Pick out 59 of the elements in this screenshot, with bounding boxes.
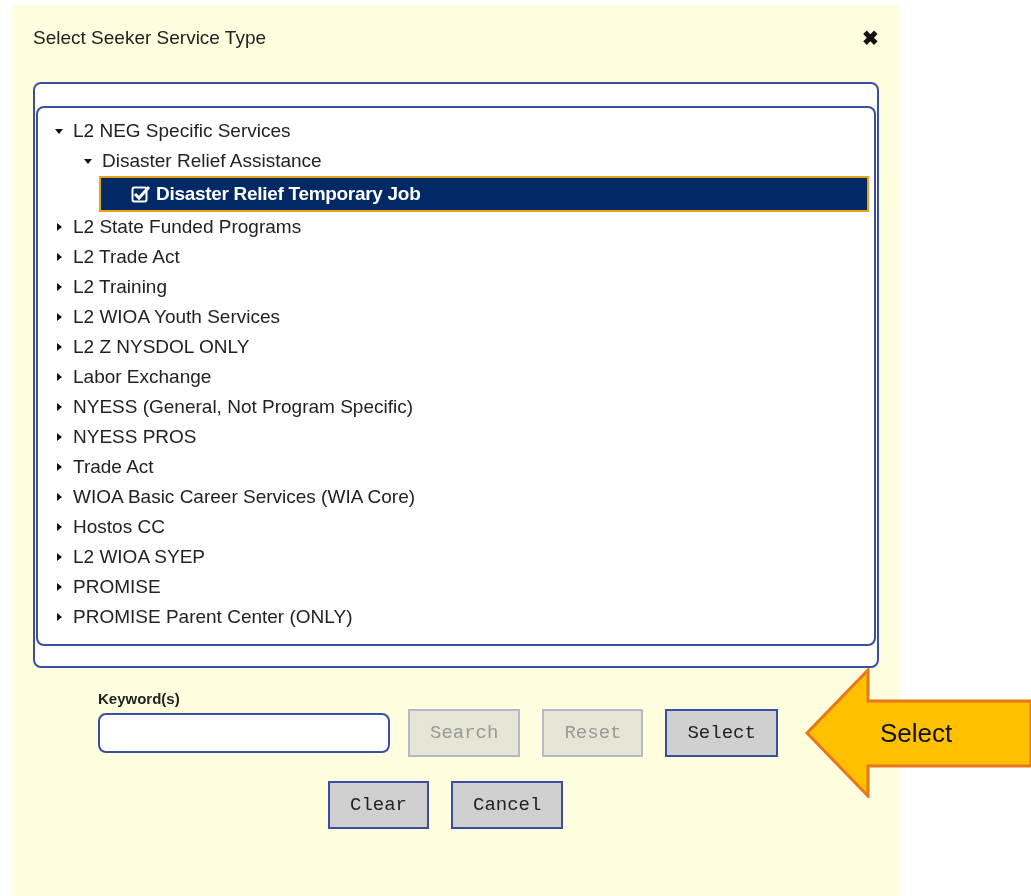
tree-item[interactable]: PROMISE Parent Center (ONLY) — [38, 602, 874, 632]
collapsed-triangle-icon[interactable] — [54, 222, 64, 232]
tree-item[interactable]: Hostos CC — [38, 512, 874, 542]
action-button[interactable]: Clear — [328, 781, 429, 829]
collapsed-triangle-icon[interactable] — [54, 522, 64, 532]
tree-item[interactable]: L2 Trade Act — [38, 242, 874, 272]
collapsed-triangle-icon[interactable] — [54, 432, 64, 442]
collapsed-triangle-icon[interactable] — [54, 252, 64, 262]
tree-item[interactable]: Disaster Relief Assistance — [38, 146, 874, 176]
tree-item-label: PROMISE — [73, 576, 161, 598]
tree-item-label: L2 Trade Act — [73, 246, 180, 268]
tree-item[interactable]: Trade Act — [38, 452, 874, 482]
tree-item-label: PROMISE Parent Center (ONLY) — [73, 606, 353, 628]
keyword-label: Keyword(s) — [98, 690, 181, 707]
tree-item[interactable]: WIOA Basic Career Services (WIA Core) — [38, 482, 874, 512]
tree-item-label: L2 Training — [73, 276, 167, 298]
tree-item[interactable]: PROMISE — [38, 572, 874, 602]
tree-item-label: Labor Exchange — [73, 366, 212, 388]
tree-item-label: Hostos CC — [73, 516, 165, 538]
tree-item-label: WIOA Basic Career Services (WIA Core) — [73, 486, 416, 508]
tree-item[interactable]: NYESS PROS — [38, 422, 874, 452]
tree-item[interactable]: Labor Exchange — [38, 362, 874, 392]
tree-item[interactable]: NYESS (General, Not Program Specific) — [38, 392, 874, 422]
tree-item[interactable]: L2 WIOA SYEP — [38, 542, 874, 572]
tree-item[interactable]: L2 WIOA Youth Services — [38, 302, 874, 332]
collapsed-triangle-icon[interactable] — [54, 492, 64, 502]
tree-item[interactable]: L2 Training — [38, 272, 874, 302]
tree-item-label: NYESS PROS — [73, 426, 197, 448]
tree-item-label: L2 Z NYSDOL ONLY — [73, 336, 250, 358]
tree-item-label: L2 WIOA Youth Services — [73, 306, 280, 328]
tree-item-label: Disaster Relief Assistance — [102, 150, 322, 172]
tree-item[interactable]: L2 Z NYSDOL ONLY — [38, 332, 874, 362]
collapsed-triangle-icon[interactable] — [54, 372, 64, 382]
tree-item[interactable]: L2 State Funded Programs — [38, 212, 874, 242]
dialog-title: Select Seeker Service Type — [33, 27, 267, 49]
tree-item-label: NYESS (General, Not Program Specific) — [73, 396, 413, 418]
keyword-input[interactable] — [98, 713, 390, 753]
expanded-triangle-icon[interactable] — [54, 126, 64, 136]
collapsed-triangle-icon[interactable] — [54, 612, 64, 622]
tree-item-label: L2 State Funded Programs — [73, 216, 302, 238]
collapsed-triangle-icon[interactable] — [54, 552, 64, 562]
collapsed-triangle-icon[interactable] — [54, 402, 64, 412]
collapsed-triangle-icon[interactable] — [54, 462, 64, 472]
tree-item-label: Disaster Relief Temporary Job — [156, 183, 421, 205]
tree-item-label: L2 WIOA SYEP — [73, 546, 205, 568]
close-button[interactable]: ✖ — [862, 26, 879, 50]
checkbox-icon[interactable] — [131, 184, 151, 204]
action-button[interactable]: Select — [665, 709, 778, 757]
action-button[interactable]: Cancel — [451, 781, 564, 829]
tree-item[interactable]: L2 NEG Specific Services — [38, 116, 874, 146]
tree-item-label: L2 NEG Specific Services — [73, 120, 291, 142]
tree-item-label: Trade Act — [73, 456, 154, 478]
collapsed-triangle-icon[interactable] — [54, 582, 64, 592]
collapsed-triangle-icon[interactable] — [54, 282, 64, 292]
callout-label: Select — [880, 718, 953, 749]
collapsed-triangle-icon[interactable] — [54, 312, 64, 322]
expanded-triangle-icon[interactable] — [83, 156, 93, 166]
tree-item[interactable]: Disaster Relief Temporary Job — [99, 176, 869, 212]
collapsed-triangle-icon[interactable] — [54, 342, 64, 352]
